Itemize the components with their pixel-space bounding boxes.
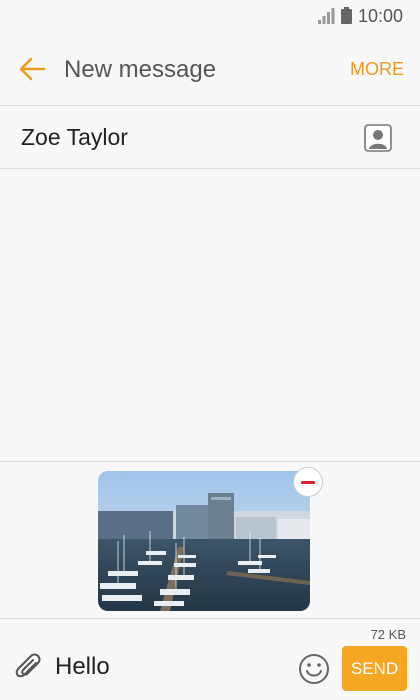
battery-icon [341, 7, 352, 24]
message-input[interactable] [55, 653, 285, 681]
emoji-icon[interactable] [298, 653, 330, 685]
more-button[interactable]: MORE [350, 59, 404, 80]
attachment-area [0, 461, 420, 618]
page-title: New message [64, 56, 217, 83]
recipient-row[interactable]: Zoe Taylor [0, 107, 420, 169]
signal-icon [318, 8, 335, 24]
paperclip-icon[interactable] [14, 652, 44, 684]
back-arrow-icon[interactable] [18, 56, 46, 82]
send-button[interactable]: SEND [342, 646, 407, 691]
contact-icon[interactable] [364, 124, 392, 152]
app-bar: New message MORE [0, 34, 420, 106]
harbor-photo-icon [98, 471, 310, 611]
compose-bar: 72 KB SEND [0, 618, 420, 700]
message-thread [0, 170, 420, 461]
message-size: 72 KB [370, 627, 406, 642]
recipient-name[interactable]: Zoe Taylor [21, 124, 128, 151]
status-bar: 10:00 [0, 0, 420, 34]
status-time: 10:00 [358, 6, 404, 26]
remove-attachment-icon[interactable] [293, 467, 323, 497]
attached-photo[interactable] [98, 471, 310, 611]
